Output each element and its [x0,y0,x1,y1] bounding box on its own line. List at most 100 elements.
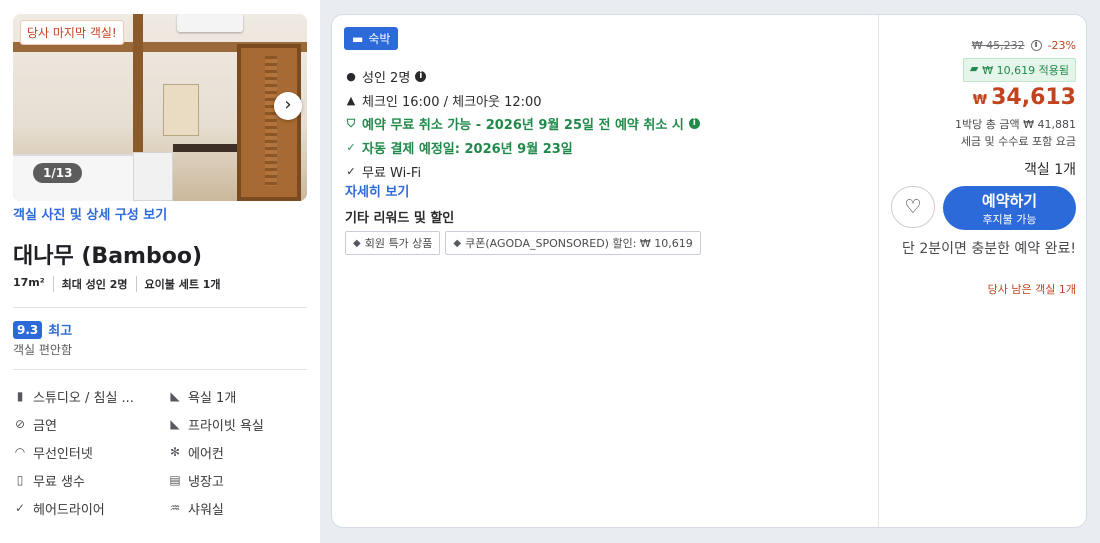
price-column: ₩ 45,232 i -23% ▰ ₩ 10,619 적용됨 ₩ 34,613 … [879,15,1088,527]
info-icon[interactable]: i [415,71,427,82]
wifi-icon: ◠ [14,445,26,459]
divider [13,307,307,308]
auto-payment-row: ✓ 자동 결제 예정일: 2026년 9월 23일 [345,138,573,157]
rewards-title: 기타 리워드 및 할인 [345,211,455,226]
room-size: 17m² [13,276,45,289]
stay-type-badge: ▬ 숙박 [344,27,399,50]
amenity-item: ▮ 스튜디오 / 침실 ... [13,386,168,406]
price-amount: 34,613 [991,85,1076,110]
photo-air-conditioner [177,14,243,32]
room-name: 대나무 (Bamboo) [13,244,203,269]
photo-post [133,14,143,164]
photo-fridge [133,152,173,201]
shield-icon: ⛉ [346,116,356,130]
bed-icon: ▬ [352,31,364,46]
bathtub-icon: ◣ [170,389,180,403]
amenity-item: ◣ 프라이빗 욕실 [168,414,307,434]
favorite-button[interactable]: ♡ [891,186,935,228]
photo-door-pattern [265,56,277,186]
next-photo-button[interactable]: › [274,92,302,120]
amenity-label: 에어컨 [188,446,224,462]
photo-details-link[interactable]: 객실 사진 및 상세 구성 보기 [13,204,167,223]
photo-door [237,44,301,201]
amenity-item: ♒ 샤워실 [168,498,307,518]
amenity-label: 프라이빗 욕실 [188,418,264,434]
original-price-row: ₩ 45,232 i -23% [972,39,1076,52]
no-smoking-icon: ⊘ [14,417,26,431]
check-icon: ✓ [14,501,26,515]
free-cancel-row: ⛉ 예약 무료 취소 가능 - 2026년 9월 25일 전 예약 취소 시 i [345,114,700,133]
water-bottle-icon: ▯ [16,473,24,487]
bell-icon: ▲ [346,94,356,107]
tag-icon: ◆ [353,237,361,249]
discount-percent: -23% [1047,39,1076,52]
wifi-label: 무료 Wi-Fi [362,166,422,181]
checkin-row: ▲ 체크인 16:00 / 체크아웃 12:00 [345,91,542,110]
amenity-item: ⊘ 금연 [13,414,168,434]
currency-symbol: ₩ [972,93,988,108]
room-specs: 17m² 최대 성인 2명 요이불 세트 1개 [13,276,229,292]
check-icon: ✓ [346,165,356,178]
stay-type-label: 숙박 [368,32,391,46]
amenity-item: ✓ 헤어드라이어 [13,498,168,518]
photo-counter: 1/13 [33,163,83,183]
reward-chips: ◆ 회원 특가 상품 ◆ 쿠폰(AGODA_SPONSORED) 할인: ₩ 10,… [345,231,701,255]
reward-chip: ◆ 쿠폰(AGODA_SPONSORED) 할인: ₩ 10,619 [445,231,701,255]
amenity-item: ▯ 무료 생수 [13,470,168,490]
last-room-tag: 당사 마지막 객실! [20,20,124,45]
amenities-list: ▮ 스튜디오 / 침실 ... ◣ 욕실 1개 ⊘ 금연 ◣ 프라이빗 욕실 ◠ 무선인터… [13,386,307,518]
guests-row: ● 성인 2명 i [345,67,427,86]
rating-score: 9.3 [13,320,43,339]
amenity-label: 헤어드라이어 [33,502,105,518]
bathtub-icon: ◣ [170,417,180,431]
wifi-row: ✓ 무료 Wi-Fi [345,162,421,181]
person-icon: ● [346,70,356,83]
guests-label: 성인 2명 [362,71,411,86]
final-price: ₩ 34,613 [973,85,1076,110]
amenity-label: 샤워실 [188,502,224,518]
book-icon: ▮ [16,389,24,403]
chip-label: 회원 특가 상품 [364,237,433,250]
applied-discount-badge: ▰ ₩ 10,619 적용됨 [962,58,1076,82]
info-icon[interactable]: i [1030,40,1042,51]
photo-poster [163,84,199,136]
offer-card: ▬ 숙박 ● 성인 2명 i ▲ 체크인 16:00 / 체크아웃 12:00 … [331,14,1087,528]
tag-icon: ◆ [453,237,462,249]
last-room-note: 당사 남은 객실 1개 [987,283,1076,296]
shower-icon: ♒ [169,501,181,515]
photo-table [173,144,243,152]
amenity-item: ✻ 에어컨 [168,442,307,462]
book-label: 예약하기 [981,192,1038,210]
free-cancel-label: 예약 무료 취소 가능 - 2026년 9월 25일 전 예약 취소 시 [362,118,684,133]
fan-icon: ✻ [169,445,181,459]
reward-chip: ◆ 회원 특가 상품 [345,231,441,255]
book-sublabel: 후지불 가능 [982,213,1037,226]
rating-label: 최고 [48,324,73,339]
heart-icon: ♡ [904,196,922,218]
rating-row: 9.3 최고 [13,320,72,339]
amenity-label: 무료 생수 [33,474,85,490]
amenity-item: ◣ 욕실 1개 [168,386,307,406]
check-icon: ✓ [346,141,356,154]
fridge-icon: ▤ [169,473,181,487]
room-panel: 당사 마지막 객실! 1/13 › 객실 사진 및 상세 구성 보기 대나무 (… [0,0,320,543]
amenity-label: 금연 [33,418,57,434]
info-icon[interactable]: i [688,118,700,129]
book-button[interactable]: 예약하기 후지불 가능 [943,186,1076,230]
room-quantity: 객실 1개 [1024,162,1076,178]
original-price: ₩ 45,232 [971,39,1025,52]
room-photo[interactable]: 당사 마지막 객실! 1/13 › [13,14,307,201]
chip-label: 쿠폰(AGODA_SPONSORED) 할인: ₩ 10,619 [465,237,693,250]
divider [13,369,307,370]
amenity-label: 무선인터넷 [33,446,93,462]
total-per-night: 1박당 총 금액 ₩ 41,881 [955,118,1076,131]
details-link[interactable]: 자세히 보기 [345,181,409,200]
amenity-item: ▤ 냉장고 [168,470,307,490]
applied-label: ₩ 10,619 적용됨 [982,64,1069,77]
coupon-icon: ▰ [969,62,979,75]
amenity-label: 냉장고 [188,474,224,490]
auto-payment-label: 자동 결제 예정일: 2026년 9월 23일 [362,142,573,157]
amenity-item: ◠ 무선인터넷 [13,442,168,462]
amenity-label: 스튜디오 / 침실 ... [33,390,134,406]
bedding-set: 요이불 세트 1개 [135,276,229,292]
